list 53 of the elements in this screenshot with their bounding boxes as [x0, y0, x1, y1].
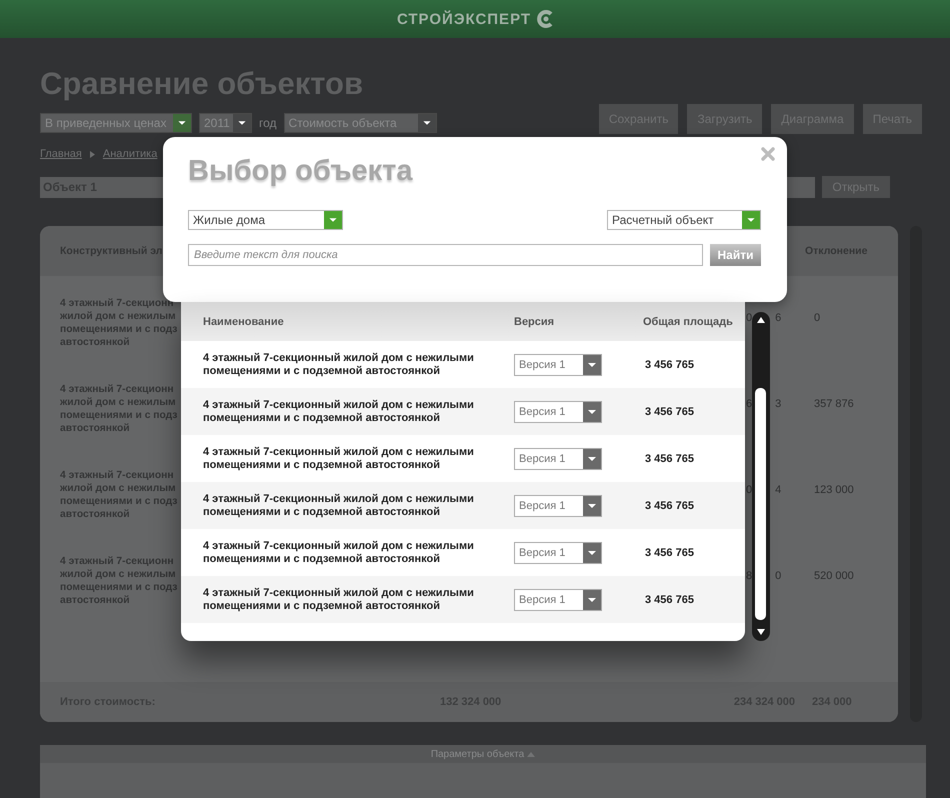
- area-value: 3 456 765: [644, 546, 695, 558]
- scroll-up-icon[interactable]: [757, 317, 765, 323]
- value-fragment: 3: [775, 398, 782, 410]
- search-button[interactable]: Найти: [710, 244, 761, 266]
- version-select[interactable]: Версия 1: [514, 400, 602, 422]
- deviation-value: 0: [813, 312, 820, 324]
- search-field[interactable]: Введите текст для поиска: [188, 244, 703, 266]
- breadcrumb-link[interactable]: Аналитика: [102, 148, 158, 160]
- caret-icon: [418, 114, 436, 132]
- scrollbar[interactable]: [752, 312, 770, 641]
- caret-icon: [233, 114, 251, 132]
- area-value: 3 456 765: [644, 452, 695, 464]
- version-select[interactable]: Версия 1: [514, 354, 602, 376]
- object-name: 4 этажный 7-секционный жилой дом с нежилыми помещениями и с подземной автостоянкой: [202, 492, 475, 518]
- logo-icon: [537, 10, 554, 28]
- caret-icon: [583, 448, 601, 468]
- object-name: 4 этажный 7-секционный жилой дом с нежилыми помещениями и с подземной автостоянкой: [202, 398, 475, 424]
- scroll-down-icon[interactable]: [757, 629, 765, 635]
- caret-icon: [583, 590, 601, 610]
- value-fragment: 0: [775, 570, 782, 582]
- chevron-icon: [90, 150, 95, 158]
- area-value: 3 456 765: [644, 500, 695, 512]
- dialog-title: Выбор объекта: [188, 155, 412, 188]
- unit-label: год: [259, 116, 277, 130]
- object-name: 4 этажный 7-секционный жилой дом с нежилыми помещениями и с подземной автостоянкой: [202, 352, 475, 378]
- caret-icon: [583, 402, 601, 422]
- logo-text: СТРОЙЭКСПЕРТ: [396, 10, 532, 28]
- caret-icon: [324, 211, 342, 229]
- area-value: 3 456 765: [644, 406, 695, 418]
- version-select[interactable]: Версия 1: [514, 542, 602, 564]
- version-select[interactable]: Версия 1: [514, 448, 602, 470]
- caret-icon: [583, 496, 601, 516]
- caret-icon: [583, 354, 601, 374]
- version-select[interactable]: Версия 1: [514, 588, 602, 610]
- caret-icon: [173, 114, 191, 132]
- scroll-thumb[interactable]: [755, 388, 766, 620]
- column-header: Версия: [513, 316, 556, 328]
- caret-icon: [583, 542, 601, 562]
- column-header: Наименование: [202, 316, 285, 328]
- caret-icon: [527, 752, 536, 756]
- caret-icon: [742, 211, 760, 229]
- select-field[interactable]: Расчетный объект: [607, 210, 761, 230]
- version-select[interactable]: Версия 1: [514, 494, 602, 516]
- object-name: 4 этажный 7-секционный жилой дом с нежилыми помещениями и с подземной автостоянкой: [202, 540, 475, 566]
- object-name: 4 этажный 7-секционный жилой дом с нежилыми помещениями и с подземной автостоянкой: [202, 586, 475, 612]
- value-fragment: 4: [775, 484, 782, 496]
- deviation-value: 123 000: [813, 484, 854, 496]
- column-header: Общая площадь: [642, 316, 734, 328]
- area-value: 3 456 765: [644, 594, 695, 606]
- select-field[interactable]: Жилые дома: [188, 210, 343, 230]
- breadcrumb-link[interactable]: Главная: [40, 148, 82, 160]
- object-name: 4 этажный 7-секционный жилой дом с нежилыми помещениями и с подземной автостоянкой: [202, 446, 475, 472]
- area-value: 3 456 765: [644, 358, 695, 370]
